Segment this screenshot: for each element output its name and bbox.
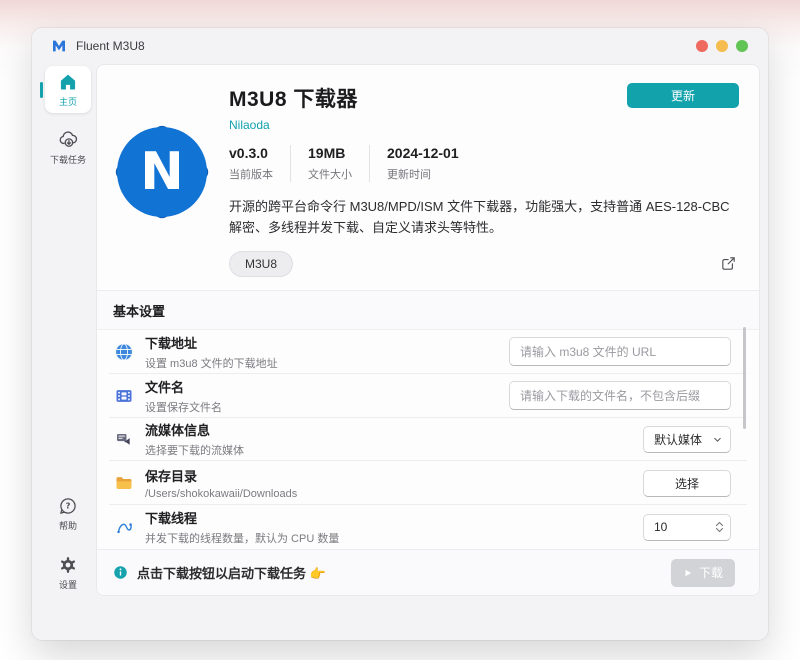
window-controls [696, 40, 748, 52]
main-panel: N M3U8 下载器 更新 Nilaoda v0.3.0 当前版本 19MB 文… [96, 64, 760, 596]
app-icon-circle: N [117, 127, 207, 217]
stream-media-icon [113, 430, 135, 449]
settings-list: 下载地址 设置 m3u8 文件的下载地址 请输入 m3u8 文件的 URL 文件… [97, 330, 759, 549]
setting-row-threads: 下载线程 并发下载的线程数量，默认为 CPU 数量 10 [97, 505, 759, 549]
app-icon: N [112, 122, 212, 222]
sidebar-item-label: 帮助 [58, 521, 77, 531]
close-window-button[interactable] [696, 40, 708, 52]
stat-value: 2024-12-01 [387, 145, 459, 161]
setting-subtitle: 选择要下载的流媒体 [145, 445, 244, 458]
update-button[interactable]: 更新 [627, 83, 739, 108]
gear-icon [58, 555, 78, 575]
stat-value: 19MB [308, 145, 346, 161]
stat-label: 更新时间 [387, 169, 431, 181]
stat-updated: 2024-12-01 更新时间 [369, 145, 476, 182]
download-action-bar: 点击下载按钮以启动下载任务 👉 下载 [97, 549, 759, 595]
home-icon [58, 72, 78, 92]
help-icon: ? [58, 496, 78, 516]
threads-icon [113, 518, 135, 537]
choose-directory-button[interactable]: 选择 [643, 469, 731, 497]
sidebar: 主页 下载任务 ? 帮助 设置 [32, 64, 96, 640]
tag-m3u8[interactable]: M3U8 [229, 250, 294, 277]
setting-row-stream-media: 流媒体信息 选择要下载的流媒体 默认媒体 [97, 418, 759, 462]
filename-input[interactable] [509, 381, 731, 411]
download-url-input[interactable] [509, 337, 731, 367]
app-window: Fluent M3U8 主页 下载任务 ? 帮助 设置 N M3U8 下载器 更… [32, 28, 768, 640]
stat-version: v0.3.0 当前版本 [229, 145, 290, 182]
setting-row-filename: 文件名 设置保存文件名 [97, 374, 759, 418]
stat-label: 当前版本 [229, 169, 273, 181]
stat-value: v0.3.0 [229, 145, 268, 161]
play-icon [683, 568, 693, 578]
setting-subtitle: /Users/shokokawaii/Downloads [145, 488, 298, 501]
app-body: 主页 下载任务 ? 帮助 设置 N M3U8 下载器 更新 Nilaoda v0… [32, 64, 768, 640]
sidebar-item-label: 主页 [58, 97, 77, 107]
app-icon-letter: N [140, 142, 184, 202]
sidebar-item-label: 下载任务 [49, 155, 86, 165]
scrollbar-thumb[interactable] [743, 327, 746, 429]
download-button[interactable]: 下载 [671, 558, 735, 587]
sidebar-item-settings[interactable]: 设置 [45, 549, 91, 596]
sidebar-item-home[interactable]: 主页 [45, 66, 91, 113]
stat-filesize: 19MB 文件大小 [290, 145, 369, 182]
download-hint-text: 点击下载按钮以启动下载任务 👉 [137, 566, 326, 581]
info-icon [113, 565, 128, 580]
setting-subtitle: 设置 m3u8 文件的下载地址 [145, 357, 278, 370]
chevron-down-icon [712, 434, 723, 445]
sidebar-item-download-tasks[interactable]: 下载任务 [45, 123, 91, 171]
window-title: Fluent M3U8 [76, 39, 145, 53]
media-select-value: 默认媒体 [654, 432, 703, 447]
maximize-window-button[interactable] [736, 40, 748, 52]
app-logo-icon [51, 38, 67, 54]
thread-count-value: 10 [654, 520, 668, 535]
setting-title: 下载地址 [145, 335, 198, 351]
titlebar: Fluent M3U8 [32, 28, 768, 64]
stepper-arrows-icon[interactable] [715, 521, 724, 533]
sidebar-item-help[interactable]: ? 帮助 [45, 490, 91, 537]
section-title-basic-settings: 基本设置 [97, 290, 759, 330]
globe-icon [113, 342, 135, 362]
app-description: 开源的跨平台命令行 M3U8/MPD/ISM 文件下载器，功能强大，支持普通 A… [229, 199, 730, 236]
minimize-window-button[interactable] [716, 40, 728, 52]
folder-icon [113, 473, 135, 493]
app-info-card: N M3U8 下载器 更新 Nilaoda v0.3.0 当前版本 19MB 文… [97, 65, 759, 291]
setting-subtitle: 并发下载的线程数量，默认为 CPU 数量 [145, 533, 340, 546]
share-icon[interactable] [718, 253, 739, 274]
setting-title: 下载线程 [145, 511, 198, 527]
setting-title: 保存目录 [145, 469, 198, 485]
app-stats: v0.3.0 当前版本 19MB 文件大小 2024-12-01 更新时间 [229, 145, 739, 182]
sidebar-bottom: ? 帮助 设置 [37, 490, 91, 596]
film-icon [113, 386, 135, 406]
setting-row-download-url: 下载地址 设置 m3u8 文件的下载地址 [97, 330, 759, 374]
setting-row-save-directory: 保存目录 /Users/shokokawaii/Downloads 选择 [97, 461, 759, 506]
svg-text:?: ? [66, 501, 71, 511]
page-title: M3U8 下载器 [229, 88, 358, 111]
cloud-download-icon [58, 129, 79, 150]
stat-label: 文件大小 [308, 169, 352, 181]
setting-title: 流媒体信息 [145, 423, 211, 439]
thread-count-stepper[interactable]: 10 [643, 513, 731, 541]
download-button-label: 下载 [698, 566, 723, 580]
setting-title: 文件名 [145, 379, 185, 395]
media-select[interactable]: 默认媒体 [643, 425, 731, 453]
author-link[interactable]: Nilaoda [229, 118, 270, 132]
setting-subtitle: 设置保存文件名 [145, 401, 222, 414]
sidebar-item-label: 设置 [58, 580, 77, 590]
